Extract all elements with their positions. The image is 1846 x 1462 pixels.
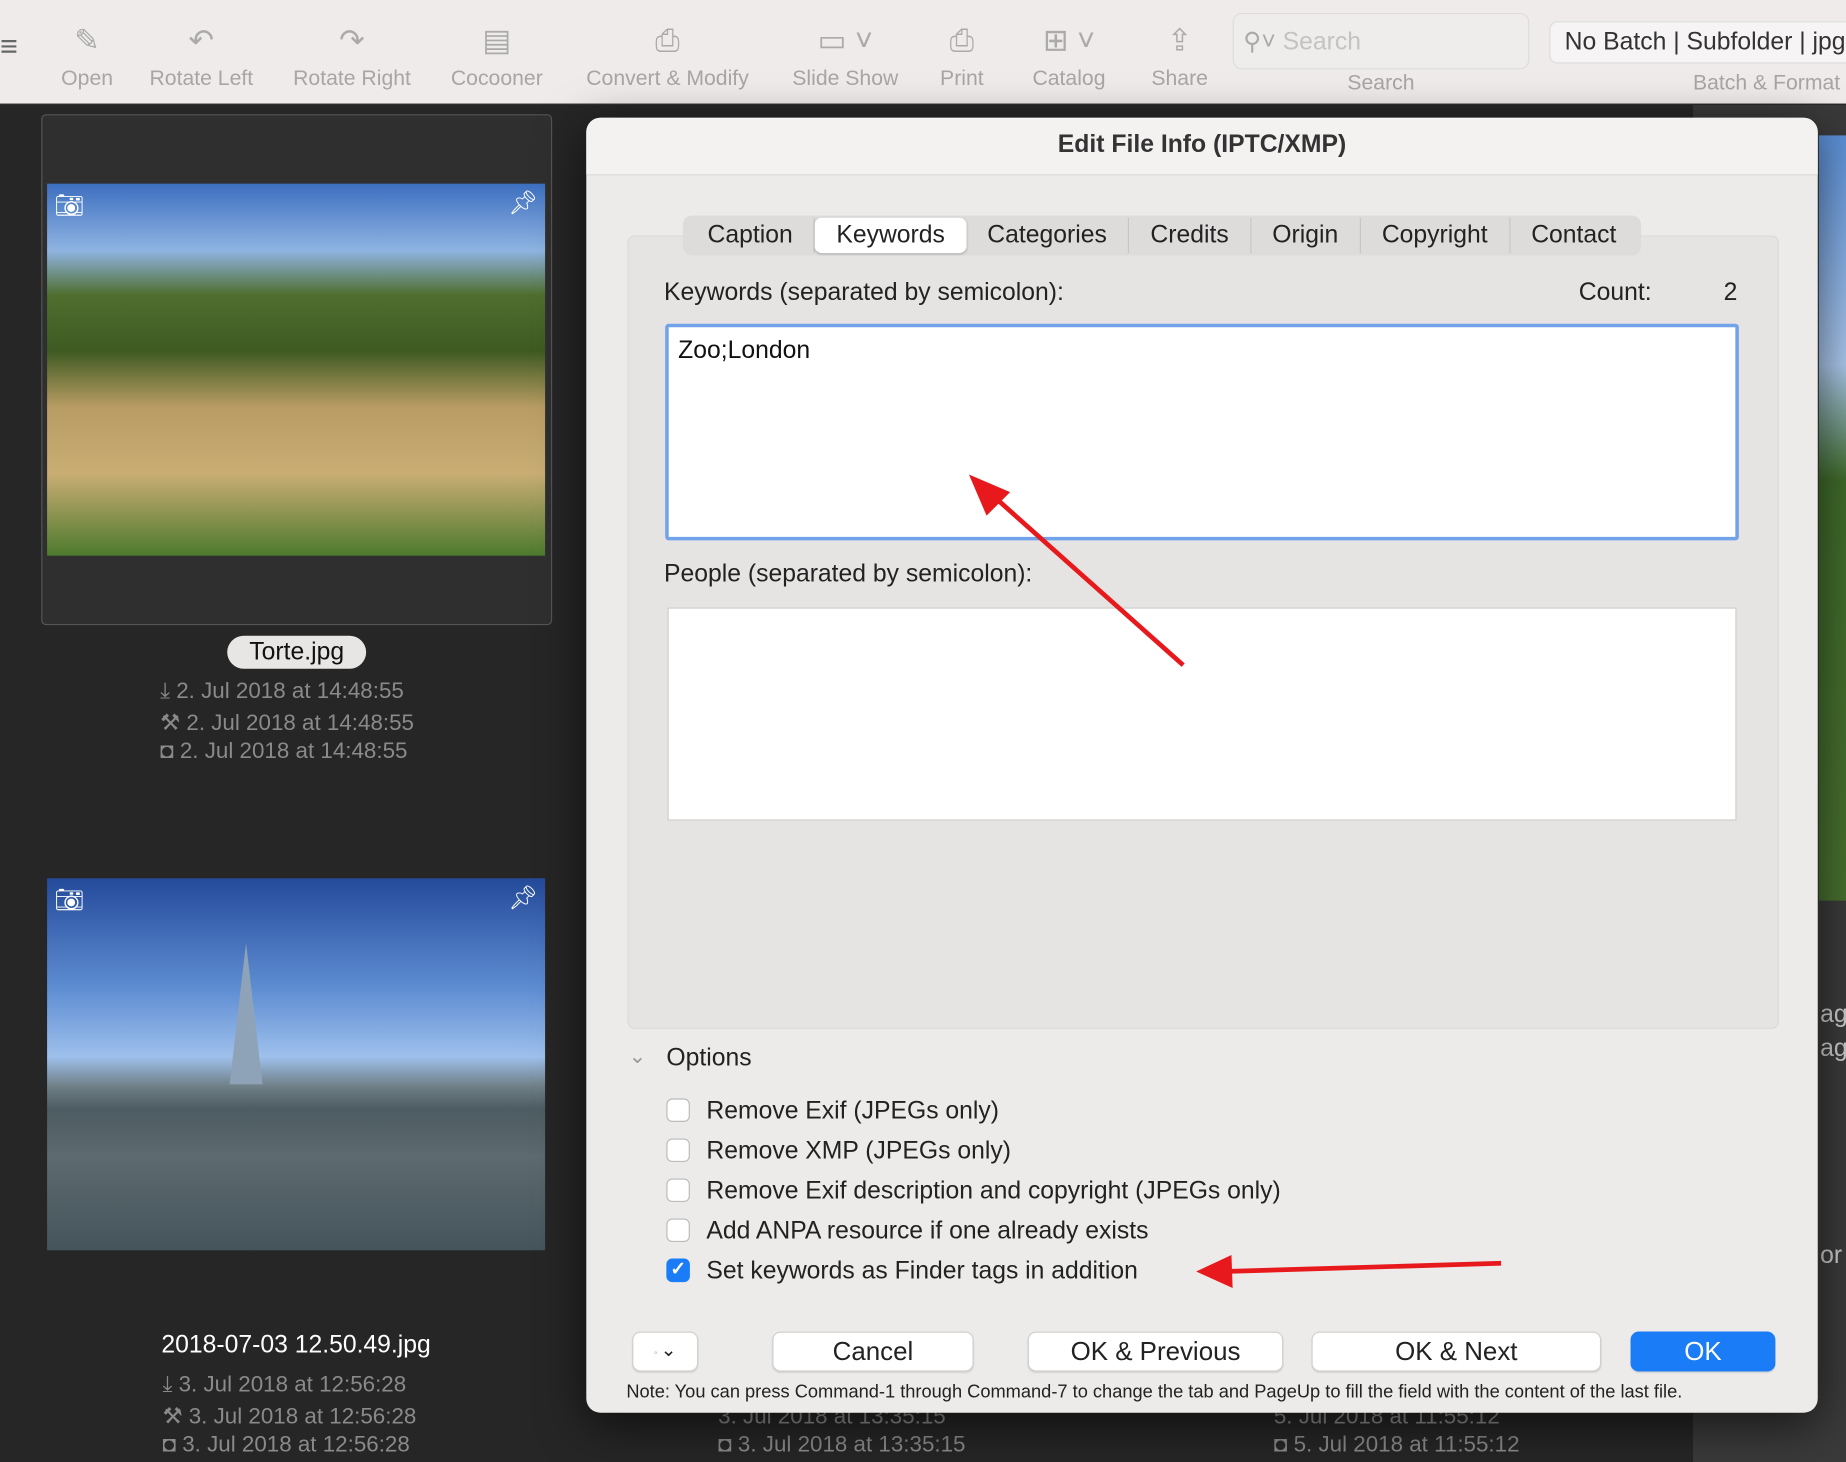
arrow-head (968, 474, 1011, 516)
annotation-layer (968, 474, 1502, 1288)
screen: ≡ ✎ Open ↶ Rotate Left ↷ Rotate Right ▤ Coco… (0, 0, 1846, 1462)
annotation-arrow-keywords (987, 490, 1185, 667)
annotation-arrow-finder-tags (1224, 1260, 1502, 1274)
arrow-head (1196, 1255, 1233, 1288)
